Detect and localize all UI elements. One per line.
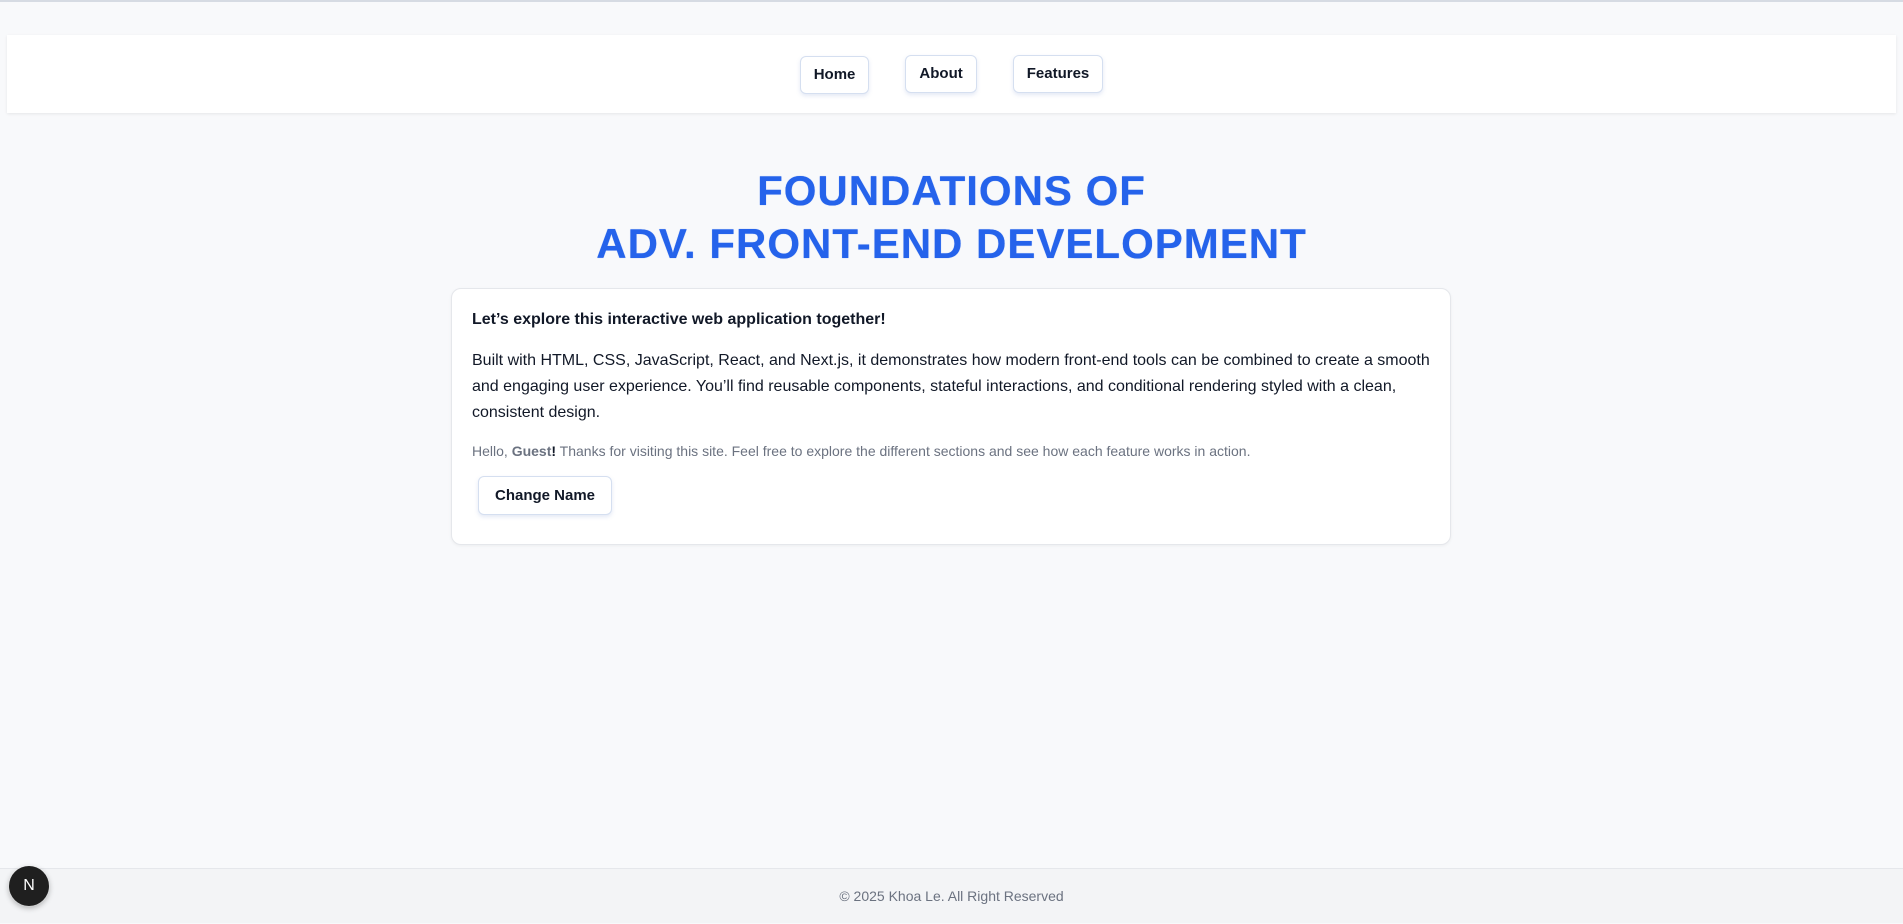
page-title-line-2: ADV. FRONT-END DEVELOPMENT [596,220,1307,267]
change-name-button[interactable]: Change Name [478,476,613,515]
greeting-suffix: Thanks for visiting this site. Feel free… [556,443,1251,459]
nav-features-button[interactable]: Features [1012,55,1104,93]
intro-heading: Let’s explore this interactive web appli… [472,311,886,328]
top-border [0,0,1903,3]
page-title: FOUNDATIONS OF ADV. FRONT-END DEVELOPMEN… [0,164,1903,270]
greeting-name: Guest [511,443,552,459]
intro-card: Let’s explore this interactive web appli… [451,288,1451,545]
nav-about-button[interactable]: About [905,55,977,93]
footer-copyright: © 2025 Khoa Le. All Right Reserved [839,888,1064,904]
intro-body: Built with HTML, CSS, JavaScript, React,… [472,352,1430,421]
page-title-line-1: FOUNDATIONS OF [757,167,1146,214]
greeting-prefix: Hello, [472,443,512,459]
nav-home-button[interactable]: Home [799,56,870,94]
footer: © 2025 Khoa Le. All Right Reserved [0,868,1903,923]
greeting-text: Hello, Guest! Thanks for visiting this s… [472,442,1430,460]
navbar: Home About Features [7,35,1896,113]
nextjs-glyph: N [23,877,35,894]
nextjs-icon[interactable]: N [9,866,49,906]
